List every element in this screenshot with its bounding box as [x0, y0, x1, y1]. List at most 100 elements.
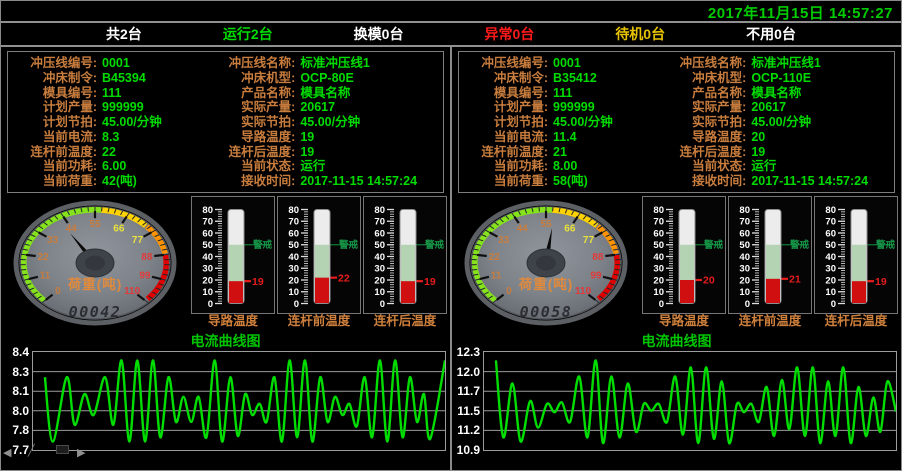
info-value: 20617 [751, 100, 786, 114]
gauge-tick-label: 77 [132, 235, 144, 246]
current-curve [45, 360, 445, 441]
thermo-scale-label: 0 [745, 299, 750, 310]
thermo-scale-label: 80 [202, 205, 213, 216]
thermo-scale-label: 50 [202, 240, 213, 251]
current-trend-chart: ◀ ╱ ▶ 8.48.38.18.07.87.7 [32, 351, 446, 451]
info-value: 999999 [553, 100, 595, 114]
datetime: 2017年11月15日 14:57:27 [708, 2, 893, 23]
info-label: 计划产量 [14, 100, 102, 114]
info-row: 接收时间2017-11-15 14:57:24 [218, 174, 439, 188]
info-label: 实际节拍 [669, 115, 751, 129]
thermo-value: 22 [338, 272, 350, 284]
thermo-scale-label: 60 [653, 228, 664, 239]
info-value: 2017-11-15 14:57:24 [751, 174, 868, 188]
info-label: 当前功耗 [14, 159, 102, 173]
thermo-name: 连杆后温度 [363, 314, 447, 330]
info-value: 45.00/分钟 [102, 115, 162, 129]
thermo-warning-label: 警戒 [790, 239, 810, 251]
thermo-scale-label: 50 [288, 240, 299, 251]
info-value: 19 [300, 130, 314, 144]
thermo-name: 连杆前温度 [277, 314, 361, 330]
thermometers: 01020304050607080警戒20导路温度010203040506070… [640, 196, 899, 330]
y-axis-label: 11.5 [457, 404, 480, 418]
gauge-tick-label: 22 [38, 252, 50, 263]
chart-plot [33, 352, 445, 450]
gauge-tick-label: 11 [491, 270, 502, 281]
gauge-title: 荷重(吨) [518, 276, 574, 292]
thermo-name: 连杆后温度 [814, 314, 898, 330]
info-row: 当前荷重42(吨) [14, 174, 218, 188]
chart-block: 电流曲线图 ◀ ╱ ▶ 8.48.38.18.07.87.7 [1, 333, 450, 451]
thermo-name: 导路温度 [191, 314, 275, 330]
info-label: 冲床制令 [465, 71, 553, 85]
gauge-tick-label: 11 [40, 270, 51, 281]
instrument-row: 0112233445566778899110荷重(吨)00058 0102030… [452, 195, 901, 331]
info-label: 当前功耗 [465, 159, 553, 173]
info-value: OCP-110E [751, 71, 811, 85]
status-item-1: 运行2台 [223, 24, 273, 44]
thermo-scale-label: 30 [374, 264, 385, 275]
thermo-scale-label: 40 [653, 252, 664, 263]
info-column-left: 冲压线编号0001冲床制令B35412模具编号111计划产量999999计划节拍… [465, 56, 669, 188]
info-row: 当前电流11.4 [465, 130, 669, 144]
thermo-scale-label: 30 [653, 264, 664, 275]
info-label: 当前电流 [14, 130, 102, 144]
info-row: 连杆后温度19 [669, 145, 890, 159]
thermometers: 01020304050607080警戒19导路温度010203040506070… [189, 196, 448, 330]
info-row: 连杆前温度22 [14, 145, 218, 159]
thermo-name: 导路温度 [642, 314, 726, 330]
thermo-scale-label: 40 [374, 252, 385, 263]
info-row: 实际节拍45.00/分钟 [669, 115, 890, 129]
thermo-scale-label: 30 [202, 264, 213, 275]
info-label: 产品名称 [218, 86, 300, 100]
thermo-scale-label: 0 [659, 299, 664, 310]
info-row: 当前状态运行 [218, 159, 439, 173]
thermo-scale-label: 20 [653, 275, 664, 286]
gauge-tick-label: 77 [583, 235, 595, 246]
info-row: 冲床机型OCP-80E [218, 71, 439, 85]
y-axis-label: 11.7 [457, 384, 480, 398]
info-box: 冲压线编号0001冲床制令B45394模具编号111计划产量999999计划节拍… [7, 51, 444, 193]
info-value: 20617 [300, 100, 335, 114]
info-value: 8.00 [553, 159, 577, 173]
info-column-right: 冲压线名称标准冲压线1冲床机型OCP-80E产品名称模具名称实际产量20617实… [218, 56, 439, 188]
info-value: 运行 [751, 159, 776, 173]
info-label: 连杆后温度 [669, 145, 751, 159]
thermo-warning-label: 警戒 [253, 239, 273, 251]
info-value: 42(吨) [102, 174, 137, 188]
scroll-left-icon[interactable]: ◀ [3, 448, 11, 459]
info-value: 模具名称 [300, 86, 350, 100]
y-axis-label: 7.7 [12, 443, 29, 457]
info-row: 冲床制令B35412 [465, 71, 669, 85]
machine-panel-2: 冲压线编号0001冲床制令B35412模具编号111计划产量999999计划节拍… [452, 47, 901, 470]
gauge-tick-label: 66 [113, 223, 125, 234]
load-gauge: 0112233445566778899110荷重(吨)00042 [1, 196, 189, 330]
info-value: 21 [553, 145, 567, 159]
info-box: 冲压线编号0001冲床制令B35412模具编号111计划产量999999计划节拍… [458, 51, 895, 193]
info-row: 冲压线名称标准冲压线1 [669, 56, 890, 70]
scroll-thumb[interactable] [56, 445, 69, 454]
thermo-scale-label: 40 [288, 252, 299, 263]
info-label: 接收时间 [218, 174, 300, 188]
info-value: 20 [751, 130, 765, 144]
gauge-tick-label: 22 [489, 252, 501, 263]
gauge-tick-label: 33 [47, 235, 59, 246]
info-value: 2017-11-15 14:57:24 [300, 174, 417, 188]
info-label: 接收时间 [669, 174, 751, 188]
status-bar: 共2台运行2台换模0台异常0台待机0台不用0台 [1, 23, 901, 45]
info-value: 19 [300, 145, 314, 159]
info-value: 0001 [553, 56, 581, 70]
scroll-right-icon[interactable]: ▶ [77, 448, 85, 459]
info-label: 连杆前温度 [465, 145, 553, 159]
info-row: 冲压线编号0001 [465, 56, 669, 70]
thermo-scale-label: 10 [374, 287, 385, 298]
thermo-scale-label: 80 [825, 205, 836, 216]
info-row: 计划产量999999 [14, 100, 218, 114]
machine-panel-1: 冲压线编号0001冲床制令B45394模具编号111计划产量999999计划节拍… [1, 47, 450, 470]
content: 冲压线编号0001冲床制令B45394模具编号111计划产量999999计划节拍… [1, 47, 901, 470]
chart-block: 电流曲线图 12.312.011.711.511.210.9 [452, 333, 901, 451]
info-label: 计划节拍 [465, 115, 553, 129]
info-row: 冲床制令B45394 [14, 71, 218, 85]
info-row: 当前荷重58(吨) [465, 174, 669, 188]
thermo-scale-label: 50 [825, 240, 836, 251]
